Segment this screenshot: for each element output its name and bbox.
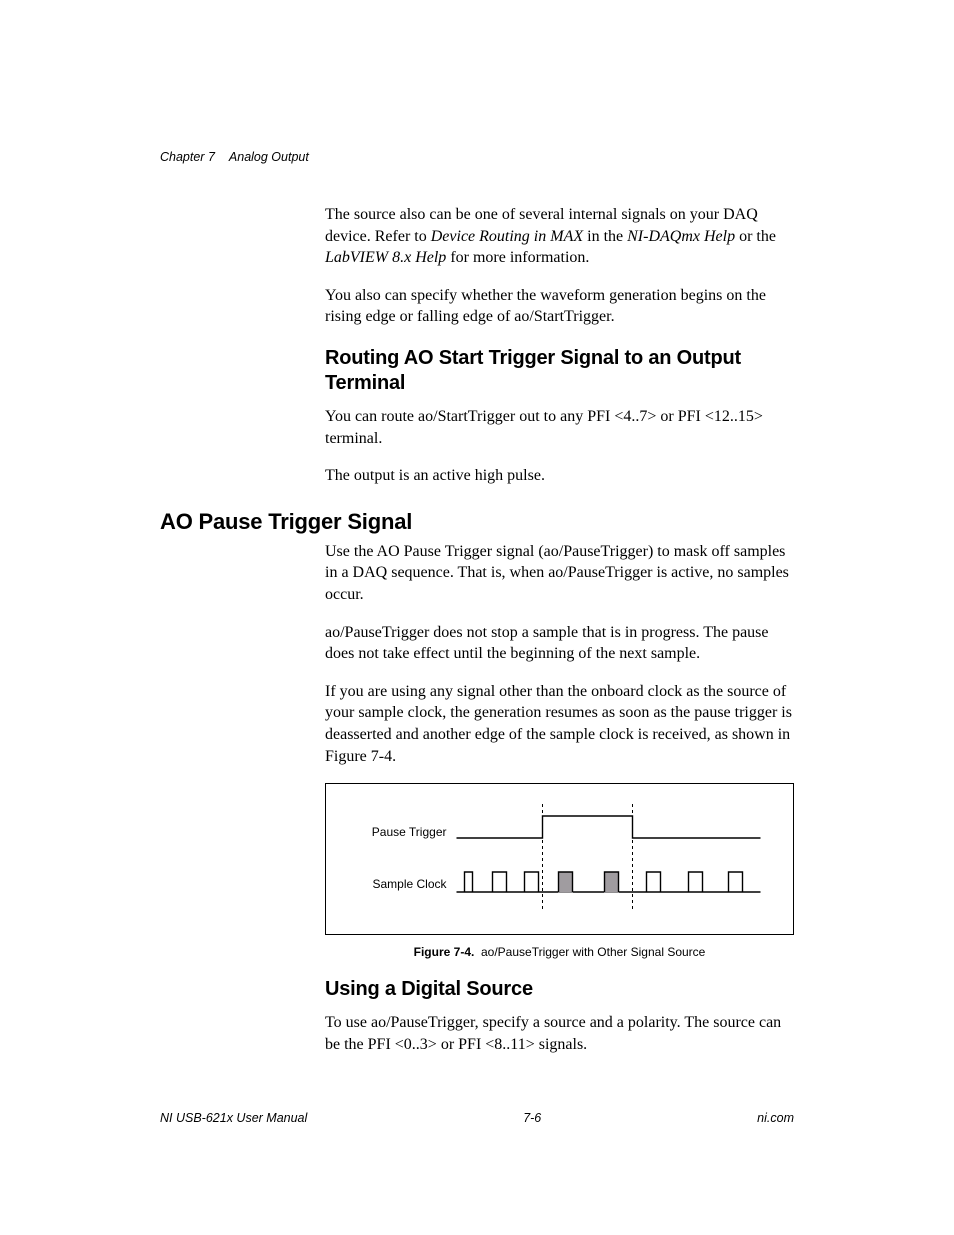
paragraph-edge-spec: You also can specify whether the wavefor…	[325, 285, 794, 328]
paragraph-active-high: The output is an active high pulse.	[325, 465, 794, 487]
header-title: Analog Output	[229, 150, 309, 164]
figure-caption: Figure 7-4. ao/PauseTrigger with Other S…	[325, 945, 794, 959]
paragraph-pause-resume: If you are using any signal other than t…	[325, 681, 794, 767]
running-header: Chapter 7 Analog Output	[160, 150, 794, 164]
header-chapter: Chapter 7	[160, 150, 215, 164]
paragraph-digital-source: To use ao/PauseTrigger, specify a source…	[325, 1012, 794, 1055]
heading-routing: Routing AO Start Trigger Signal to an Ou…	[325, 346, 794, 396]
figure-label-sample-clock: Sample Clock	[372, 877, 447, 891]
heading-digital-source: Using a Digital Source	[325, 977, 794, 1002]
figure-label-pause-trigger: Pause Trigger	[372, 825, 447, 839]
paragraph-pause-no-stop: ao/PauseTrigger does not stop a sample t…	[325, 622, 794, 665]
paragraph-route-pfi: You can route ao/StartTrigger out to any…	[325, 406, 794, 449]
paragraph-source-signals: The source also can be one of several in…	[325, 204, 794, 269]
paragraph-pause-use: Use the AO Pause Trigger signal (ao/Paus…	[325, 541, 794, 606]
figure-7-4: Pause Trigger Sample Clock	[325, 783, 794, 935]
footer-page-number: 7-6	[523, 1111, 541, 1125]
page-footer: NI USB-621x User Manual 7-6 ni.com	[160, 1111, 794, 1125]
heading-pause-trigger: AO Pause Trigger Signal	[160, 509, 794, 535]
footer-manual-title: NI USB-621x User Manual	[160, 1111, 307, 1125]
footer-site: ni.com	[757, 1111, 794, 1125]
